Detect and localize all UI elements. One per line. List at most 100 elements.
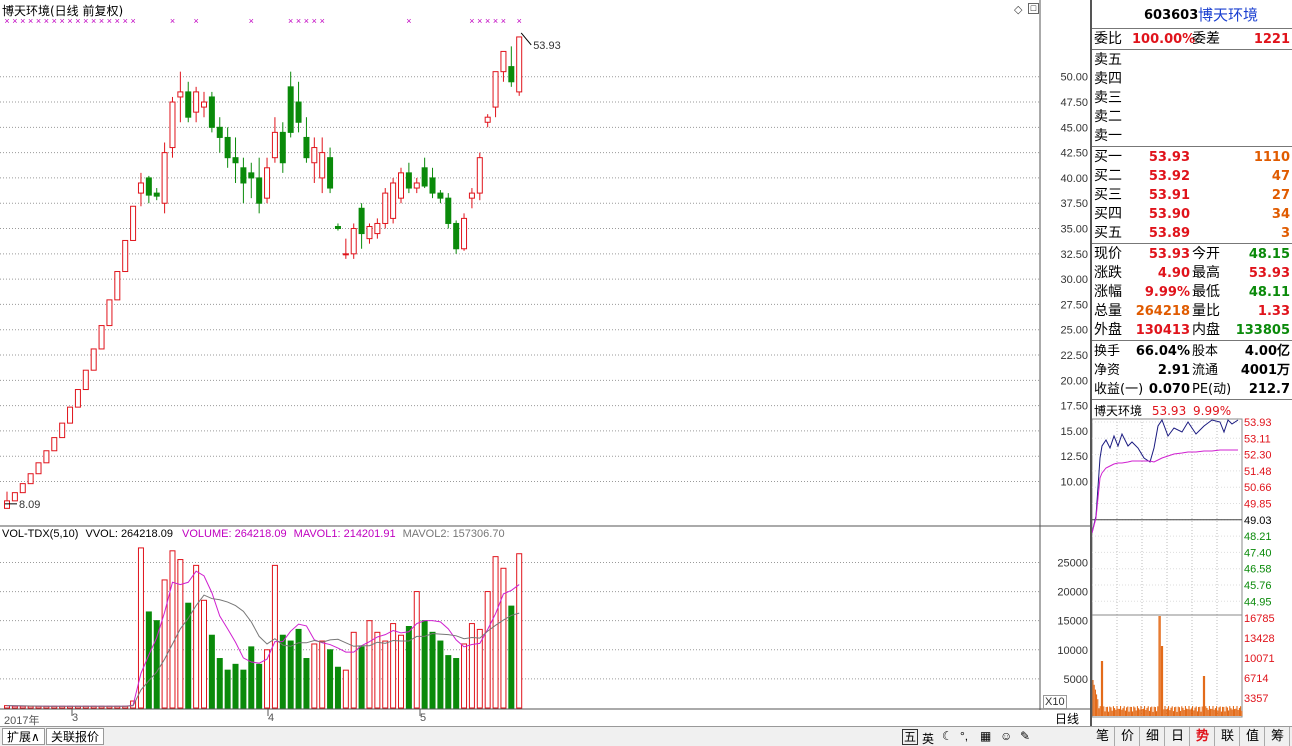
ime-wubi-icon[interactable]: 五 <box>902 729 919 745</box>
right-tab[interactable]: 势 <box>1191 727 1215 746</box>
tool-icon[interactable]: ✎ <box>1020 729 1030 743</box>
quote-stat-row: 涨跌 4.90 最高 53.93 <box>1092 264 1292 283</box>
candle <box>303 117 310 163</box>
limit-up-marker: × <box>130 16 135 26</box>
quote-stat-row: 外盘 130413 内盘 133805 <box>1092 321 1292 340</box>
fundamental-label: PE(动) <box>1192 382 1232 397</box>
intraday-volume-label: 10071 <box>1244 653 1275 665</box>
buy-level-volume: 1110 <box>1253 150 1290 165</box>
right-tab[interactable]: 笔 <box>1091 727 1115 746</box>
candle <box>248 162 255 199</box>
right-tab[interactable]: 联 <box>1216 727 1240 746</box>
intraday-volume-label: 6714 <box>1244 673 1268 685</box>
candle <box>413 177 420 194</box>
sell-level-row: 卖一 <box>1092 127 1292 146</box>
candle <box>405 162 412 194</box>
weibi-label: 委比 <box>1094 31 1122 47</box>
buy-level-price: 53.89 <box>1148 226 1190 241</box>
candle <box>43 450 50 464</box>
sell-level-row: 卖四 <box>1092 70 1292 89</box>
limit-up-marker: × <box>296 16 301 26</box>
volume-bar <box>287 640 294 709</box>
volume-bar <box>334 666 341 709</box>
buy-level-volume: 27 <box>1271 188 1290 203</box>
stat-value: 1.33 <box>1257 304 1290 319</box>
limit-up-marker: × <box>60 16 65 26</box>
volume-bar <box>256 663 263 709</box>
intraday-price-label: 52.30 <box>1244 450 1272 462</box>
volume-bar <box>382 640 389 709</box>
limit-up-marker: × <box>123 16 128 26</box>
candle <box>240 157 247 204</box>
stat-label: 最低 <box>1192 284 1220 300</box>
volume-bar <box>208 634 215 709</box>
limit-up-marker: × <box>28 16 33 26</box>
volume-bar <box>405 626 412 709</box>
punctuation-icon[interactable]: °, <box>960 729 968 743</box>
fundamental-row: 净资 2.91 流通 4001万 <box>1092 361 1292 380</box>
price-tick-label: 12.50 <box>1060 451 1088 463</box>
right-tab[interactable]: 价 <box>1116 727 1140 746</box>
candle <box>327 147 334 194</box>
stat-label: 总量 <box>1094 303 1122 319</box>
candle <box>145 175 152 204</box>
stat-value: 130413 <box>1135 323 1190 338</box>
quote-stat-row: 现价 53.93 今开 48.15 <box>1092 245 1292 264</box>
price-tick-label: 35.00 <box>1060 224 1088 236</box>
right-tab[interactable]: 细 <box>1141 727 1165 746</box>
limit-up-marker: × <box>477 16 482 26</box>
intraday-price-label: 53.11 <box>1244 433 1271 445</box>
sell-level-label: 卖二 <box>1094 109 1122 125</box>
moon-icon[interactable]: ☾ <box>942 729 953 743</box>
right-tab[interactable]: 值 <box>1241 727 1265 746</box>
volume-bar <box>271 564 278 709</box>
emoji-icon[interactable]: ☺ <box>1000 729 1012 743</box>
volume-bar <box>453 658 460 709</box>
fundamental-value: 4001万 <box>1240 363 1290 378</box>
tab-related-quotes[interactable]: 关联报价 <box>46 728 105 745</box>
keyboard-icon[interactable]: ▦ <box>980 729 991 743</box>
candle <box>484 114 491 128</box>
intraday-volume-label: 16785 <box>1244 613 1275 625</box>
candle <box>382 188 389 229</box>
candle <box>429 167 436 199</box>
limit-up-marker: × <box>312 16 317 26</box>
fundamental-label: 净资 <box>1094 363 1121 378</box>
main-chart-area[interactable]: 博天环境(日线 前复权) ◇ □ 10.00 12.50 15.00 17.50 20.… <box>0 0 1091 726</box>
intraday-price-label: 47.40 <box>1244 547 1272 559</box>
sell-level-label: 卖三 <box>1094 90 1122 106</box>
candle <box>232 137 239 183</box>
fundamental-value: 212.7 <box>1248 382 1290 397</box>
fundamental-value: 4.00亿 <box>1244 344 1290 359</box>
intraday-price-label: 51.48 <box>1244 466 1272 478</box>
stat-value: 9.99% <box>1144 285 1190 300</box>
volume-tick-label: 5000 <box>1064 674 1088 686</box>
limit-up-marker: × <box>501 16 506 26</box>
quote-panel: 603603 博天环境 委比 100.00% 委差 1221 卖五 卖四 卖三 卖二卖… <box>1091 0 1292 746</box>
stat-value: 48.15 <box>1248 247 1290 262</box>
candle <box>445 193 452 229</box>
period-label[interactable]: 日线 <box>1044 710 1090 727</box>
candle <box>271 117 278 163</box>
buy-level-label: 买二 <box>1094 168 1122 184</box>
candle <box>374 218 381 239</box>
volume-tick-label: 20000 <box>1057 587 1088 599</box>
tab-extend[interactable]: 扩展∧ <box>2 728 45 745</box>
candle <box>74 389 81 408</box>
price-tick-label: 45.00 <box>1060 122 1088 134</box>
stat-value: 53.93 <box>1248 266 1290 281</box>
buy-level-price: 53.93 <box>1148 150 1190 165</box>
right-tab[interactable]: 日 <box>1166 727 1190 746</box>
buy-level-row: 买一 53.93 1110 <box>1092 148 1292 167</box>
price-tick-label: 42.50 <box>1060 148 1088 160</box>
buy-level-label: 买四 <box>1094 206 1122 222</box>
candle <box>366 223 373 244</box>
fundamental-value: 66.04% <box>1135 344 1190 359</box>
candle <box>161 142 168 214</box>
candle <box>319 137 326 194</box>
right-tab[interactable]: 筹 <box>1266 727 1290 746</box>
price-tick-label: 37.50 <box>1060 198 1088 210</box>
ime-english-icon[interactable]: 英 <box>922 730 934 746</box>
stat-label: 现价 <box>1094 246 1122 262</box>
volume-bar <box>327 649 334 709</box>
